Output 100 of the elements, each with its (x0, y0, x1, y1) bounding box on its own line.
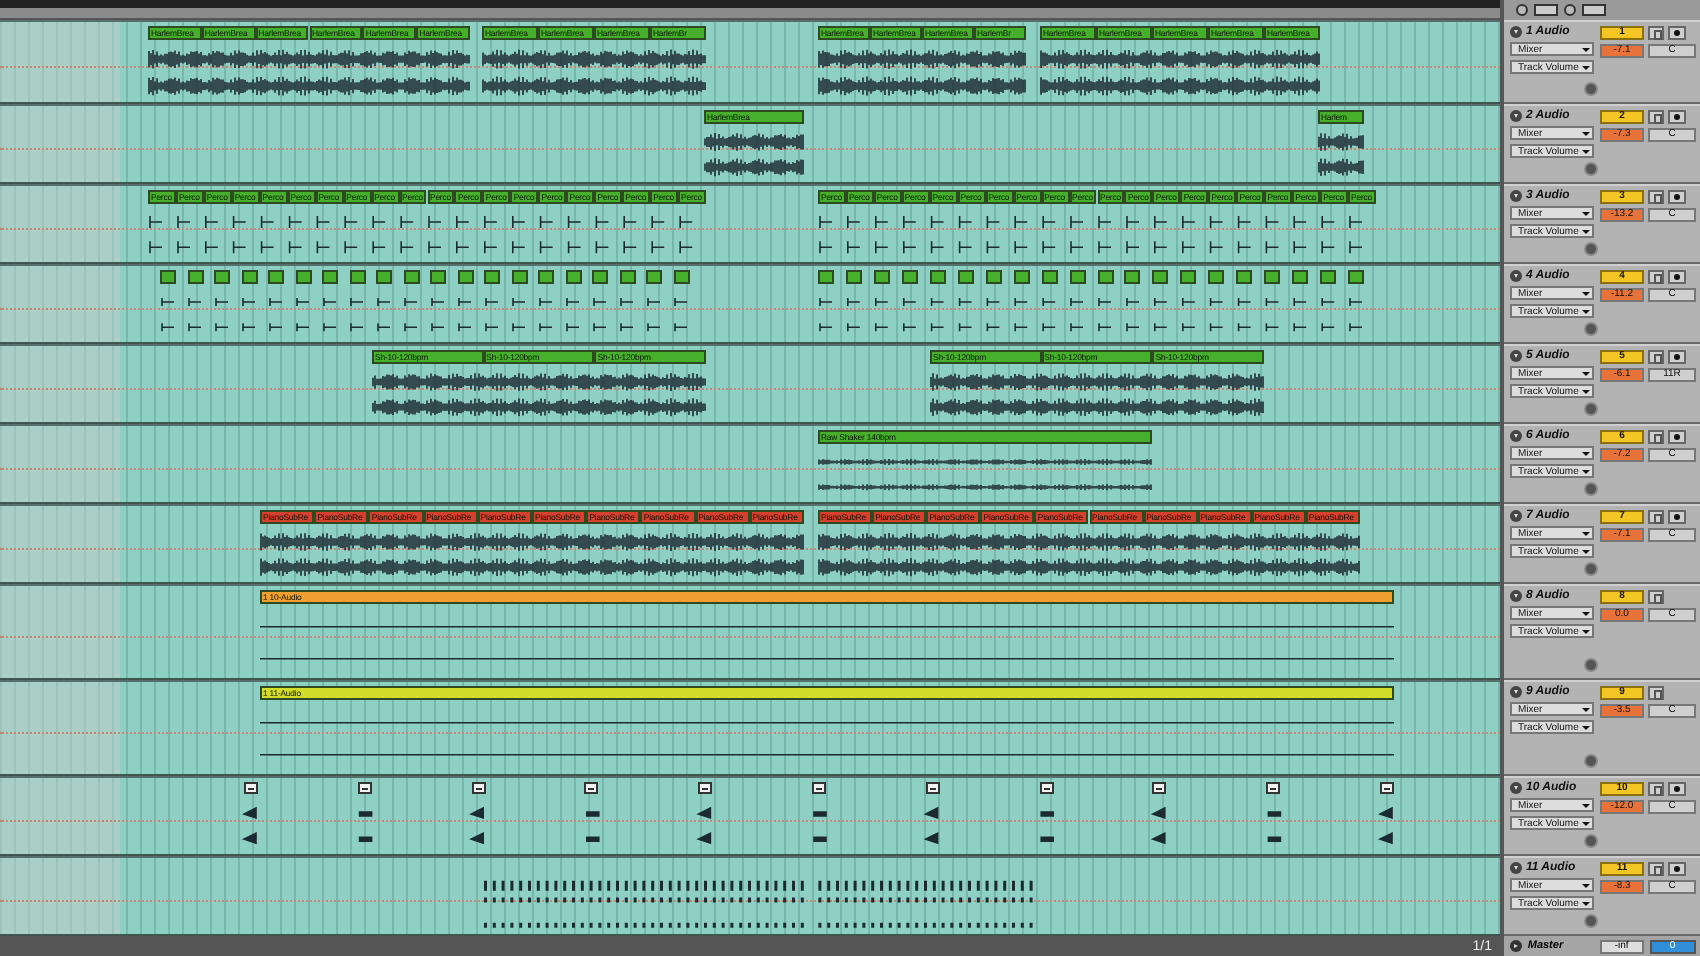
clip-header[interactable] (322, 270, 338, 284)
lane-toggle-icon[interactable] (1584, 82, 1598, 96)
clip-header[interactable] (511, 270, 527, 284)
clip-header[interactable] (1041, 270, 1058, 284)
clip-header[interactable] (1124, 270, 1141, 284)
lane-toggle-icon[interactable] (1584, 402, 1598, 416)
clip-header[interactable] (295, 270, 311, 284)
clip-header[interactable] (646, 270, 662, 284)
record-arm-button[interactable] (1668, 270, 1686, 284)
clip-header[interactable] (873, 270, 890, 284)
clip-header[interactable] (1320, 270, 1337, 284)
fold-icon[interactable] (1510, 590, 1522, 602)
fold-icon[interactable] (1510, 270, 1522, 282)
marker-icon[interactable] (244, 782, 258, 794)
clip-header[interactable] (538, 270, 554, 284)
fold-icon[interactable] (1510, 430, 1522, 442)
record-arm-button[interactable] (1668, 862, 1686, 876)
lane-toggle-icon[interactable] (1584, 658, 1598, 672)
solo-button[interactable] (1648, 686, 1664, 700)
lane-toggle-icon[interactable] (1584, 242, 1598, 256)
clip-header[interactable] (349, 270, 365, 284)
lane-toggle-icon[interactable] (1584, 482, 1598, 496)
solo-button[interactable] (1648, 510, 1664, 524)
clip-header[interactable] (1292, 270, 1309, 284)
solo-button[interactable] (1648, 590, 1664, 604)
fold-icon[interactable] (1510, 110, 1522, 122)
clip-header[interactable] (619, 270, 635, 284)
circle-icon[interactable] (1564, 4, 1576, 16)
toggle-icon[interactable] (1582, 4, 1606, 16)
record-arm-button[interactable] (1668, 190, 1686, 204)
record-arm-button[interactable] (1668, 26, 1686, 40)
waveform (704, 132, 804, 177)
marker-icon[interactable] (1039, 782, 1054, 794)
fold-icon[interactable] (1510, 26, 1522, 38)
clip-header[interactable] (430, 270, 446, 284)
lane-toggle-icon[interactable] (1584, 562, 1598, 576)
solo-button[interactable] (1648, 190, 1664, 204)
marker-icon[interactable] (1152, 782, 1167, 794)
clip-header[interactable] (214, 270, 230, 284)
clip-header[interactable] (268, 270, 284, 284)
clip-header[interactable] (901, 270, 918, 284)
fold-icon[interactable] (1510, 190, 1522, 202)
clip-header[interactable] (929, 270, 946, 284)
clip-header[interactable] (484, 270, 500, 284)
fold-icon[interactable] (1510, 686, 1522, 698)
solo-button[interactable] (1648, 110, 1664, 124)
solo-button[interactable] (1648, 862, 1664, 876)
fold-icon[interactable] (1510, 862, 1522, 874)
clip-header[interactable] (241, 270, 257, 284)
clip-header[interactable] (376, 270, 392, 284)
toggle-icon[interactable] (1534, 4, 1558, 16)
clip-header[interactable] (1348, 270, 1365, 284)
clip-header[interactable] (1069, 270, 1086, 284)
circle-icon[interactable] (1516, 4, 1528, 16)
fold-icon[interactable] (1510, 510, 1522, 522)
fold-icon[interactable] (1510, 782, 1522, 794)
lane-toggle-icon[interactable] (1584, 914, 1598, 928)
clip-header[interactable] (1264, 270, 1281, 284)
clip-header[interactable] (985, 270, 1002, 284)
record-arm-button[interactable] (1668, 350, 1686, 364)
clip-header[interactable] (592, 270, 608, 284)
marker-icon[interactable] (1380, 782, 1394, 794)
lane-toggle-icon[interactable] (1584, 834, 1598, 848)
clip-header[interactable] (160, 270, 176, 284)
clip-header[interactable] (673, 270, 689, 284)
clip-header[interactable] (845, 270, 862, 284)
clip-header[interactable] (1152, 270, 1169, 284)
record-arm-button[interactable] (1668, 510, 1686, 524)
record-arm-button[interactable] (1668, 782, 1686, 796)
clip-header[interactable] (187, 270, 203, 284)
clip-header[interactable] (1097, 270, 1113, 284)
record-arm-button[interactable] (1668, 430, 1686, 444)
lane-toggle-icon[interactable] (1584, 322, 1598, 336)
clip-header[interactable] (403, 270, 419, 284)
fold-icon[interactable] (1510, 350, 1522, 362)
clip-header[interactable] (1180, 270, 1197, 284)
waveform (1318, 132, 1364, 177)
marker-icon[interactable] (812, 782, 826, 794)
solo-button[interactable] (1648, 26, 1664, 40)
clip-header[interactable] (1236, 270, 1253, 284)
solo-button[interactable] (1648, 350, 1664, 364)
marker-icon[interactable] (698, 782, 713, 794)
solo-button[interactable] (1648, 782, 1664, 796)
marker-icon[interactable] (471, 782, 486, 794)
record-arm-button[interactable] (1668, 110, 1686, 124)
marker-icon[interactable] (357, 782, 372, 794)
clip-header[interactable] (1013, 270, 1030, 284)
clip-header[interactable] (957, 270, 974, 284)
solo-button[interactable] (1648, 270, 1664, 284)
clip-header[interactable] (1208, 270, 1225, 284)
clip-header[interactable] (818, 270, 834, 284)
marker-icon[interactable] (925, 782, 940, 794)
lane-toggle-icon[interactable] (1584, 754, 1598, 768)
clip-header[interactable] (457, 270, 473, 284)
solo-button[interactable] (1648, 430, 1664, 444)
marker-icon[interactable] (1266, 782, 1281, 794)
fold-icon[interactable] (1510, 940, 1522, 952)
marker-icon[interactable] (584, 782, 599, 794)
lane-toggle-icon[interactable] (1584, 162, 1598, 176)
clip-header[interactable] (565, 270, 581, 284)
